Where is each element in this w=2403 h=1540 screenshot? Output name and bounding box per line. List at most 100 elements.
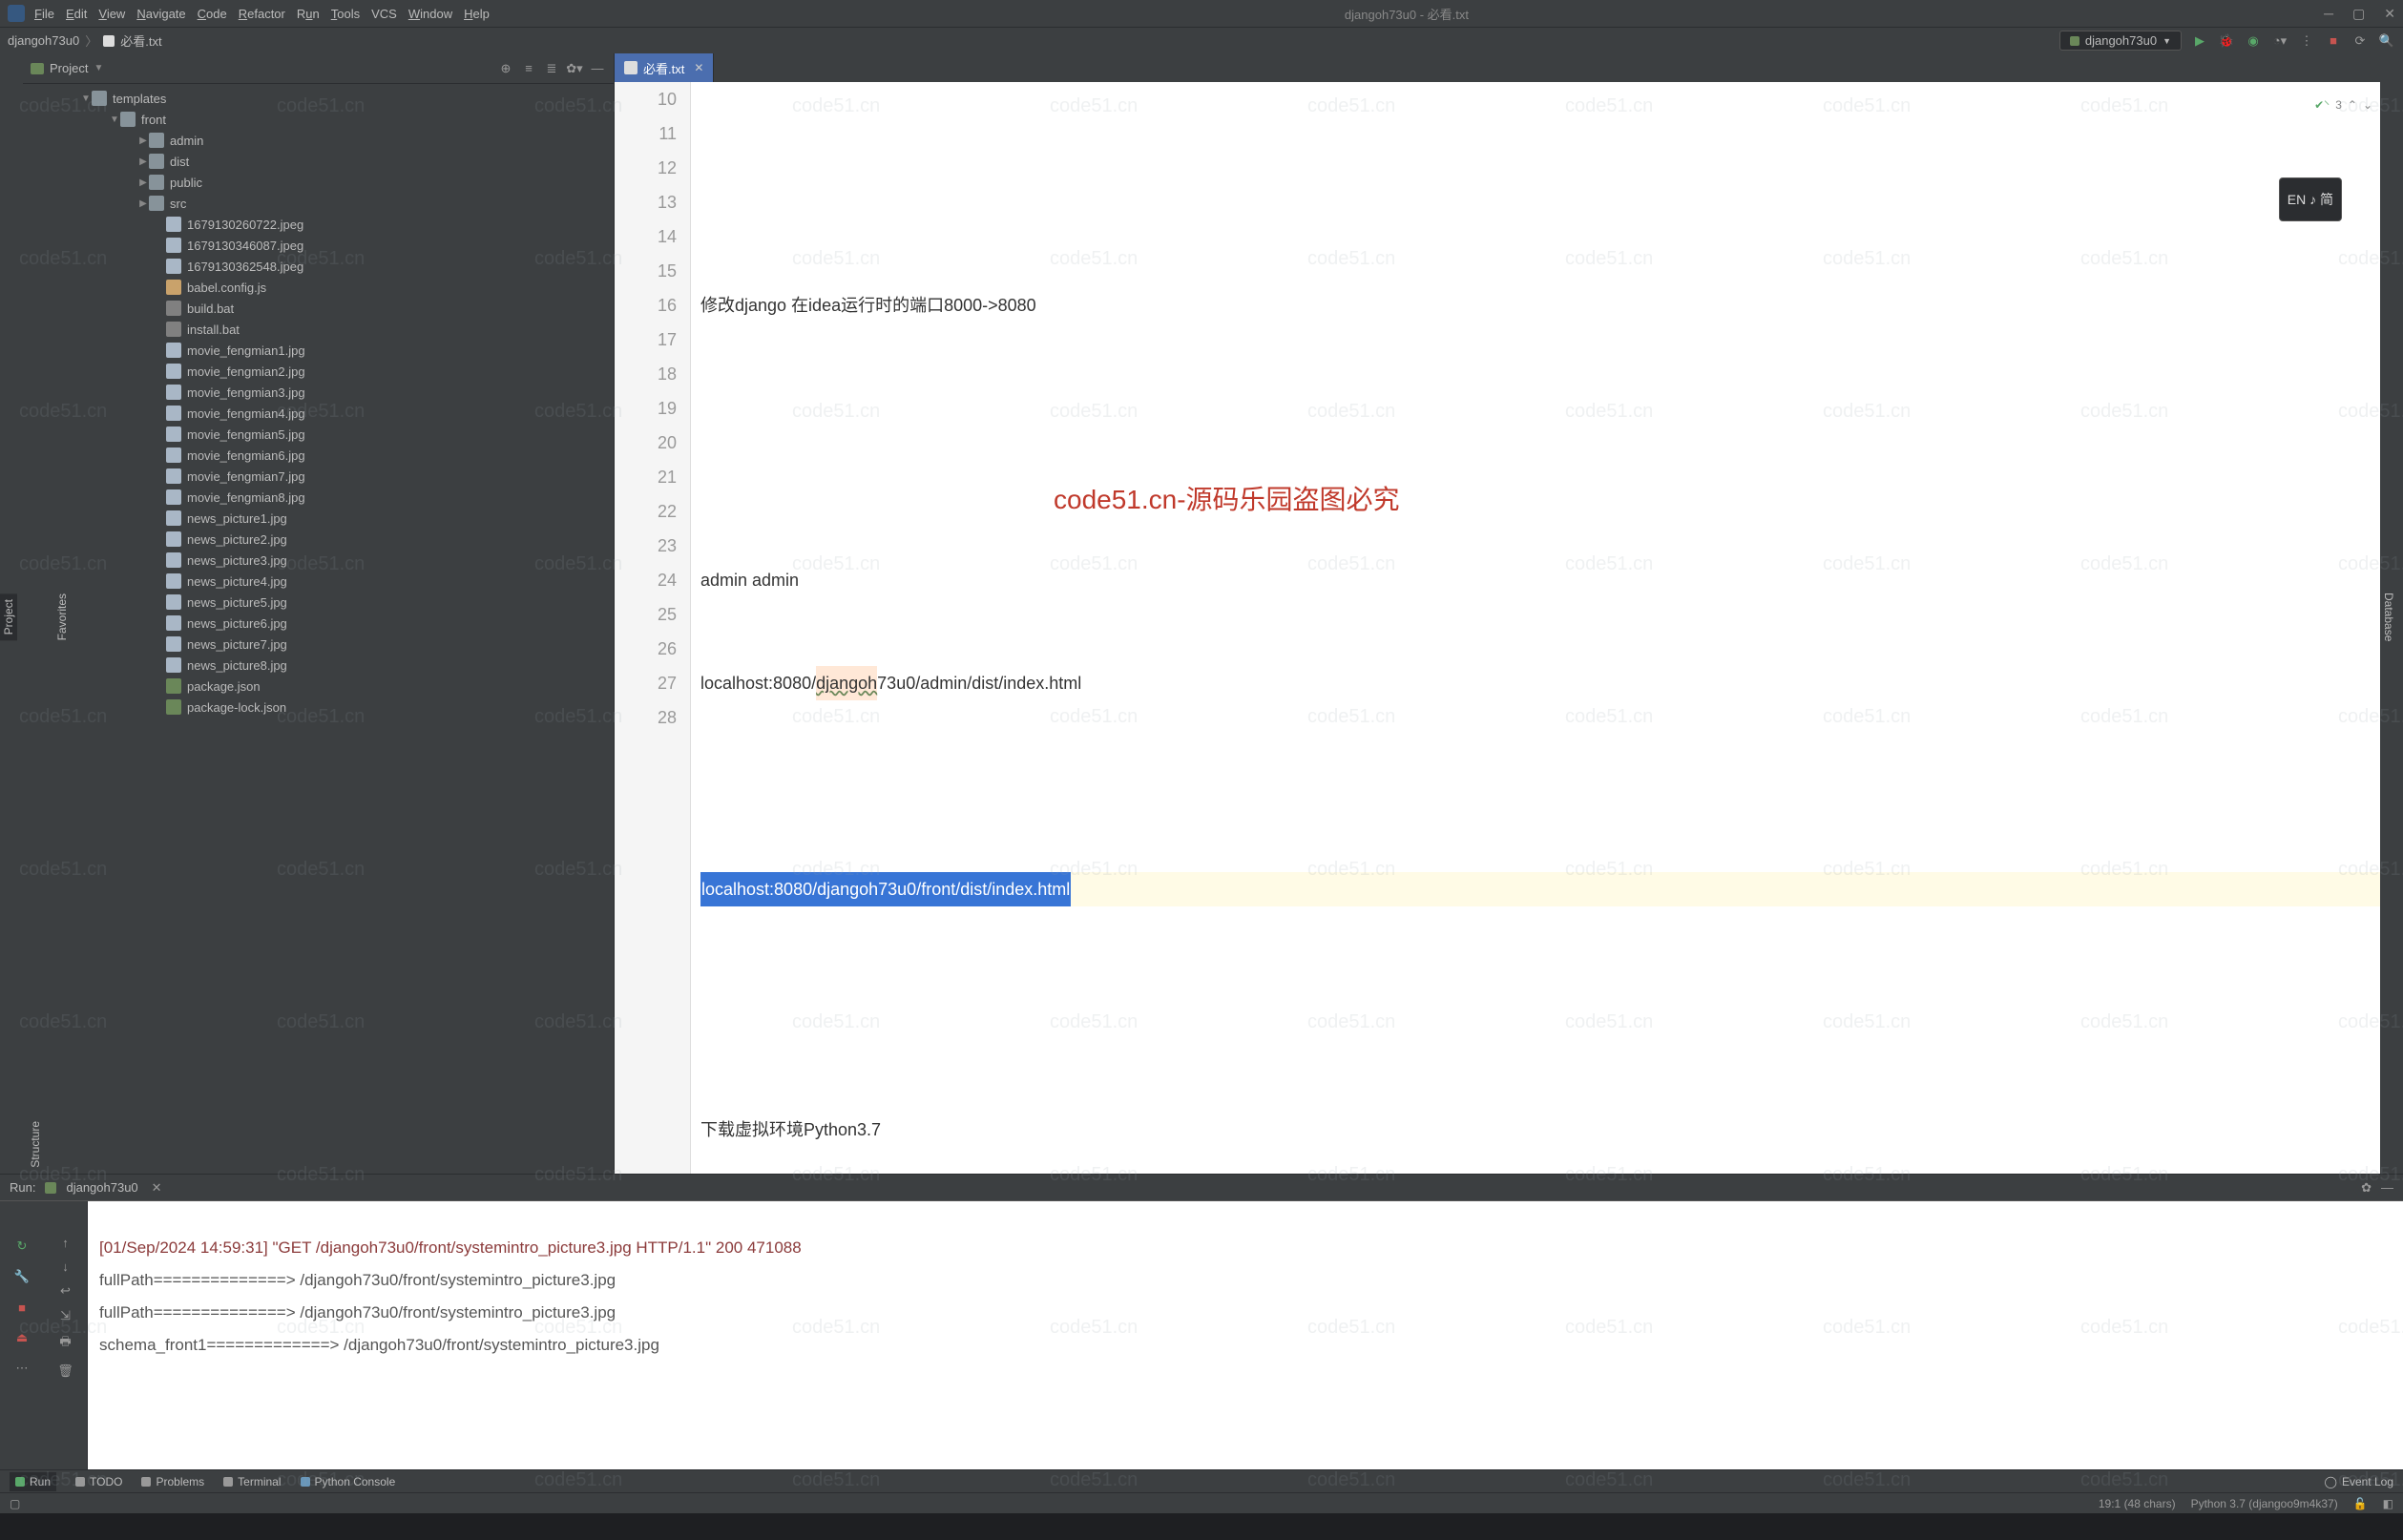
hide-icon[interactable]: —: [2381, 1180, 2393, 1195]
tree-folder[interactable]: ▼front: [23, 109, 614, 130]
code-editor[interactable]: ✔⸌ 3 ⌃ ⌄ EN ♪ 简 101112 131415 161718 192…: [615, 82, 2380, 1174]
menu-tools[interactable]: Tools: [331, 7, 360, 21]
tab-event-log[interactable]: ◯Event Log: [2325, 1475, 2393, 1488]
editor-content[interactable]: 修改django 在idea运行时的端口8000->8080 admin adm…: [691, 82, 2380, 1174]
tree-file[interactable]: movie_fengmian8.jpg: [23, 487, 614, 508]
tree-folder[interactable]: ▶src: [23, 193, 614, 214]
tree-file[interactable]: news_picture2.jpg: [23, 529, 614, 550]
tree-file[interactable]: movie_fengmian3.jpg: [23, 382, 614, 403]
tab-todo[interactable]: TODO: [75, 1475, 122, 1488]
scroll-end-icon[interactable]: ⇲: [60, 1308, 71, 1323]
menu-window[interactable]: Window: [408, 7, 452, 21]
minimize-icon[interactable]: ─: [2324, 6, 2333, 22]
tree-file[interactable]: 1679130346087.jpeg: [23, 235, 614, 256]
tree-file[interactable]: news_picture7.jpg: [23, 634, 614, 655]
gear-icon[interactable]: ✿: [2361, 1180, 2372, 1196]
tab-run[interactable]: Run: [10, 1472, 56, 1491]
bottom-tool-tabs: Run TODO Problems Terminal Python Consol…: [0, 1469, 2403, 1492]
tree-file[interactable]: babel.config.js: [23, 277, 614, 298]
tree-file[interactable]: news_picture5.jpg: [23, 592, 614, 613]
tab-project[interactable]: Project: [0, 593, 17, 640]
tree-file[interactable]: movie_fengmian2.jpg: [23, 361, 614, 382]
menu-refactor[interactable]: Refactor: [239, 7, 285, 21]
tab-database[interactable]: Database: [2380, 587, 2397, 647]
tree-file[interactable]: news_picture1.jpg: [23, 508, 614, 529]
settings-icon[interactable]: ✿▾: [566, 60, 583, 77]
tree-file[interactable]: 1679130362548.jpeg: [23, 256, 614, 277]
menu-vcs[interactable]: VCS: [371, 7, 397, 21]
tab-structure[interactable]: Structure: [27, 1115, 44, 1174]
tab-favorites[interactable]: Favorites: [53, 588, 71, 646]
run-toolbar-left: ↻ 🔧 ■ ⏏ ⋯: [0, 1201, 44, 1469]
exit-icon[interactable]: ⏏: [11, 1327, 32, 1348]
close-tab-icon[interactable]: ✕: [152, 1180, 162, 1196]
tree-file[interactable]: build.bat: [23, 298, 614, 319]
tree-file[interactable]: news_picture6.jpg: [23, 613, 614, 634]
breadcrumb-file[interactable]: 必看.txt: [120, 31, 161, 50]
menu-view[interactable]: View: [98, 7, 125, 21]
clear-icon[interactable]: 🗑: [57, 1363, 73, 1379]
expand-all-icon[interactable]: ≡: [520, 60, 537, 77]
print-icon[interactable]: 🖶: [59, 1333, 71, 1354]
run-panel-header: Run: djangoh73u0 ✕ ✿ —: [0, 1174, 2403, 1200]
soft-wrap-icon[interactable]: ↩: [60, 1283, 71, 1299]
chevron-right-icon: 〉: [85, 31, 97, 50]
collapse-all-icon[interactable]: ≣: [543, 60, 560, 77]
menu-edit[interactable]: Edit: [66, 7, 87, 21]
tree-file[interactable]: movie_fengmian5.jpg: [23, 424, 614, 445]
update-button[interactable]: ⟳: [2351, 32, 2369, 50]
tree-file[interactable]: news_picture8.jpg: [23, 655, 614, 676]
status-widget-icon[interactable]: ◧: [2383, 1497, 2393, 1510]
breadcrumb-project[interactable]: djangoh73u0: [8, 33, 79, 48]
debug-button[interactable]: 🐞: [2218, 32, 2235, 50]
tree-folder[interactable]: ▼templates: [23, 88, 614, 109]
caret-position[interactable]: 19:1 (48 chars): [2099, 1497, 2176, 1510]
console-output[interactable]: [01/Sep/2024 14:59:31] "GET /djangoh73u0…: [88, 1201, 2403, 1469]
tree-folder[interactable]: ▶public: [23, 172, 614, 193]
tab-close-icon[interactable]: ✕: [694, 61, 703, 74]
tab-terminal[interactable]: Terminal: [223, 1475, 281, 1488]
hide-icon[interactable]: —: [589, 60, 606, 77]
tree-file[interactable]: package.json: [23, 676, 614, 697]
attach-button[interactable]: ⋮: [2298, 32, 2315, 50]
up-icon[interactable]: ↑: [62, 1236, 69, 1250]
run-button[interactable]: ▶: [2191, 32, 2208, 50]
stop-button[interactable]: ■: [2325, 32, 2342, 50]
tab-python-console[interactable]: Python Console: [301, 1475, 396, 1488]
tree-file[interactable]: package-lock.json: [23, 697, 614, 718]
rerun-icon[interactable]: ↻: [11, 1236, 32, 1257]
maximize-icon[interactable]: ▢: [2352, 6, 2365, 22]
chevron-down-icon[interactable]: ▼: [94, 63, 103, 73]
menu-file[interactable]: File: [34, 7, 54, 21]
profile-button[interactable]: ◔▾: [2271, 32, 2288, 50]
project-tree[interactable]: ▼templates ▼front ▶admin ▶dist ▶public ▶…: [23, 84, 614, 1174]
tree-file[interactable]: movie_fengmian4.jpg: [23, 403, 614, 424]
tree-file[interactable]: install.bat: [23, 319, 614, 340]
coverage-button[interactable]: ◉: [2245, 32, 2262, 50]
menu-code[interactable]: Code: [198, 7, 227, 21]
select-opened-file-icon[interactable]: ⊕: [497, 60, 514, 77]
search-icon[interactable]: 🔍: [2378, 32, 2395, 50]
lock-icon[interactable]: 🔓: [2353, 1497, 2368, 1510]
tree-file[interactable]: 1679130260722.jpeg: [23, 214, 614, 235]
down-icon[interactable]: ↓: [62, 1259, 69, 1274]
tree-file[interactable]: news_picture3.jpg: [23, 550, 614, 571]
interpreter[interactable]: Python 3.7 (djangoo9m4k37): [2191, 1497, 2338, 1510]
tree-file[interactable]: movie_fengmian6.jpg: [23, 445, 614, 466]
tree-folder[interactable]: ▶dist: [23, 151, 614, 172]
tree-folder[interactable]: ▶admin: [23, 130, 614, 151]
run-config-selector[interactable]: djangoh73u0 ▼: [2059, 31, 2182, 51]
menu-navigate[interactable]: Navigate: [136, 7, 185, 21]
tree-file[interactable]: news_picture4.jpg: [23, 571, 614, 592]
tree-file[interactable]: movie_fengmian7.jpg: [23, 466, 614, 487]
more-icon[interactable]: ⋯: [11, 1358, 32, 1379]
close-icon[interactable]: ✕: [2384, 6, 2395, 22]
menu-help[interactable]: Help: [464, 7, 490, 21]
menu-run[interactable]: Run: [297, 7, 320, 21]
editor-tab[interactable]: 必看.txt ✕: [615, 53, 714, 82]
tree-file[interactable]: movie_fengmian1.jpg: [23, 340, 614, 361]
stop-icon[interactable]: ■: [11, 1297, 32, 1318]
status-tool-windows-icon[interactable]: ▢: [10, 1497, 20, 1510]
wrench-icon[interactable]: 🔧: [11, 1266, 32, 1287]
tab-problems[interactable]: Problems: [141, 1475, 204, 1488]
